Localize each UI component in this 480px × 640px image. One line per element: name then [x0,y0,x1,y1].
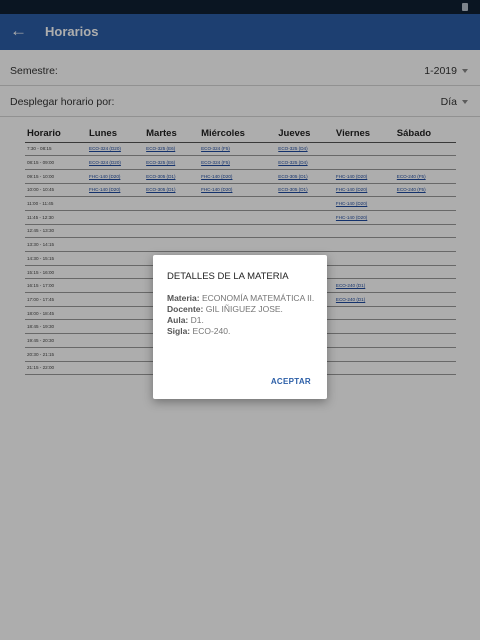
accept-button[interactable]: ACEPTAR [271,377,311,386]
aula-label: Aula: [167,315,189,325]
docente-line: Docente: GIL IÑIGUEZ JOSE. [167,304,317,315]
sigla-label: Sigla: [167,326,191,336]
materia-line: Materia: ECONOMÍA MATEMÁTICA II. [167,293,317,304]
sigla-value: ECO-240. [192,326,231,336]
docente-value: GIL IÑIGUEZ JOSE. [205,304,283,314]
materia-value: ECONOMÍA MATEMÁTICA II. [201,293,315,303]
sigla-line: Sigla: ECO-240. [167,326,317,337]
dialog-body: Materia: ECONOMÍA MATEMÁTICA II. Docente… [167,293,317,337]
aula-value: D1. [190,315,204,325]
materia-label: Materia: [167,293,200,303]
subject-details-dialog: DETALLES DE LA MATERIA Materia: ECONOMÍA… [153,255,327,399]
docente-label: Docente: [167,304,204,314]
dialog-title: DETALLES DE LA MATERIA [167,271,289,282]
aula-line: Aula: D1. [167,315,317,326]
